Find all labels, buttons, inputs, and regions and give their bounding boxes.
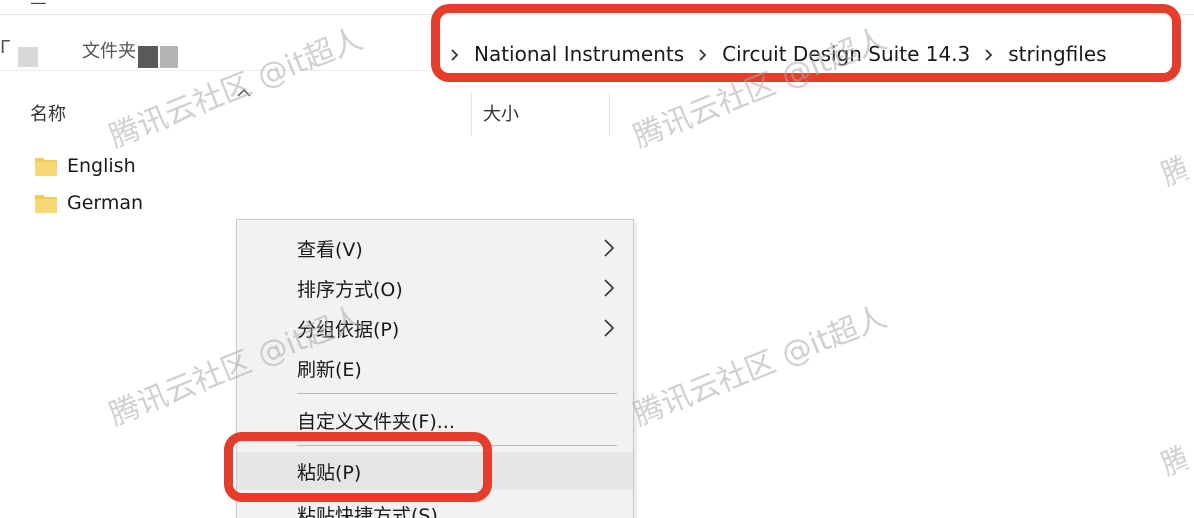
- watermark: 腾讯云社区 @it超人: [628, 299, 892, 434]
- menu-item-label: 分组依据(P): [297, 318, 400, 341]
- file-name: German: [67, 192, 144, 214]
- menu-item-refresh[interactable]: 刷新(E): [237, 349, 633, 387]
- redacted-block: [160, 46, 178, 68]
- chevron-right-icon: [604, 279, 615, 297]
- highlight-annotation-breadcrumb: [431, 4, 1181, 82]
- redacted-block: [18, 47, 38, 67]
- ribbon-fragment: ᅳ: [30, 0, 47, 15]
- menu-item-sort[interactable]: 排序方式(O): [237, 269, 633, 307]
- column-divider[interactable]: [471, 92, 472, 136]
- file-name: English: [67, 155, 136, 177]
- column-header-name[interactable]: 名称: [30, 100, 66, 126]
- address-fragment: Г: [0, 37, 11, 58]
- watermark: 腾: [1156, 149, 1193, 194]
- column-divider[interactable]: [609, 92, 610, 136]
- divider: [0, 70, 430, 71]
- menu-item-label: 刷新(E): [297, 358, 362, 381]
- sort-ascending-icon: [237, 88, 251, 97]
- watermark: 腾: [1156, 439, 1193, 484]
- menu-item-group[interactable]: 分组依据(P): [237, 309, 633, 347]
- menu-item-label: 查看(V): [297, 238, 363, 261]
- folder-icon: [35, 158, 57, 176]
- menu-item-view[interactable]: 查看(V): [237, 229, 633, 267]
- menu-separator: [297, 393, 617, 394]
- highlight-annotation-paste: [224, 432, 492, 502]
- chevron-right-icon: [604, 319, 615, 337]
- menu-item-label: 自定义文件夹(F)...: [297, 410, 455, 433]
- menu-item-label: 排序方式(O): [297, 278, 403, 301]
- redacted-block: [138, 46, 158, 68]
- list-item[interactable]: German: [34, 188, 143, 218]
- address-fragment-2: 文件夹: [82, 41, 136, 62]
- folder-icon: [35, 195, 57, 213]
- list-item[interactable]: English: [34, 151, 136, 181]
- column-header-size[interactable]: 大小: [483, 100, 519, 126]
- menu-item-label: 粘贴快捷方式(S): [297, 504, 438, 518]
- chevron-right-icon: [604, 239, 615, 257]
- file-explorer-window: ᅳ Г 文件夹 National Instruments Circuit Des…: [0, 0, 1194, 518]
